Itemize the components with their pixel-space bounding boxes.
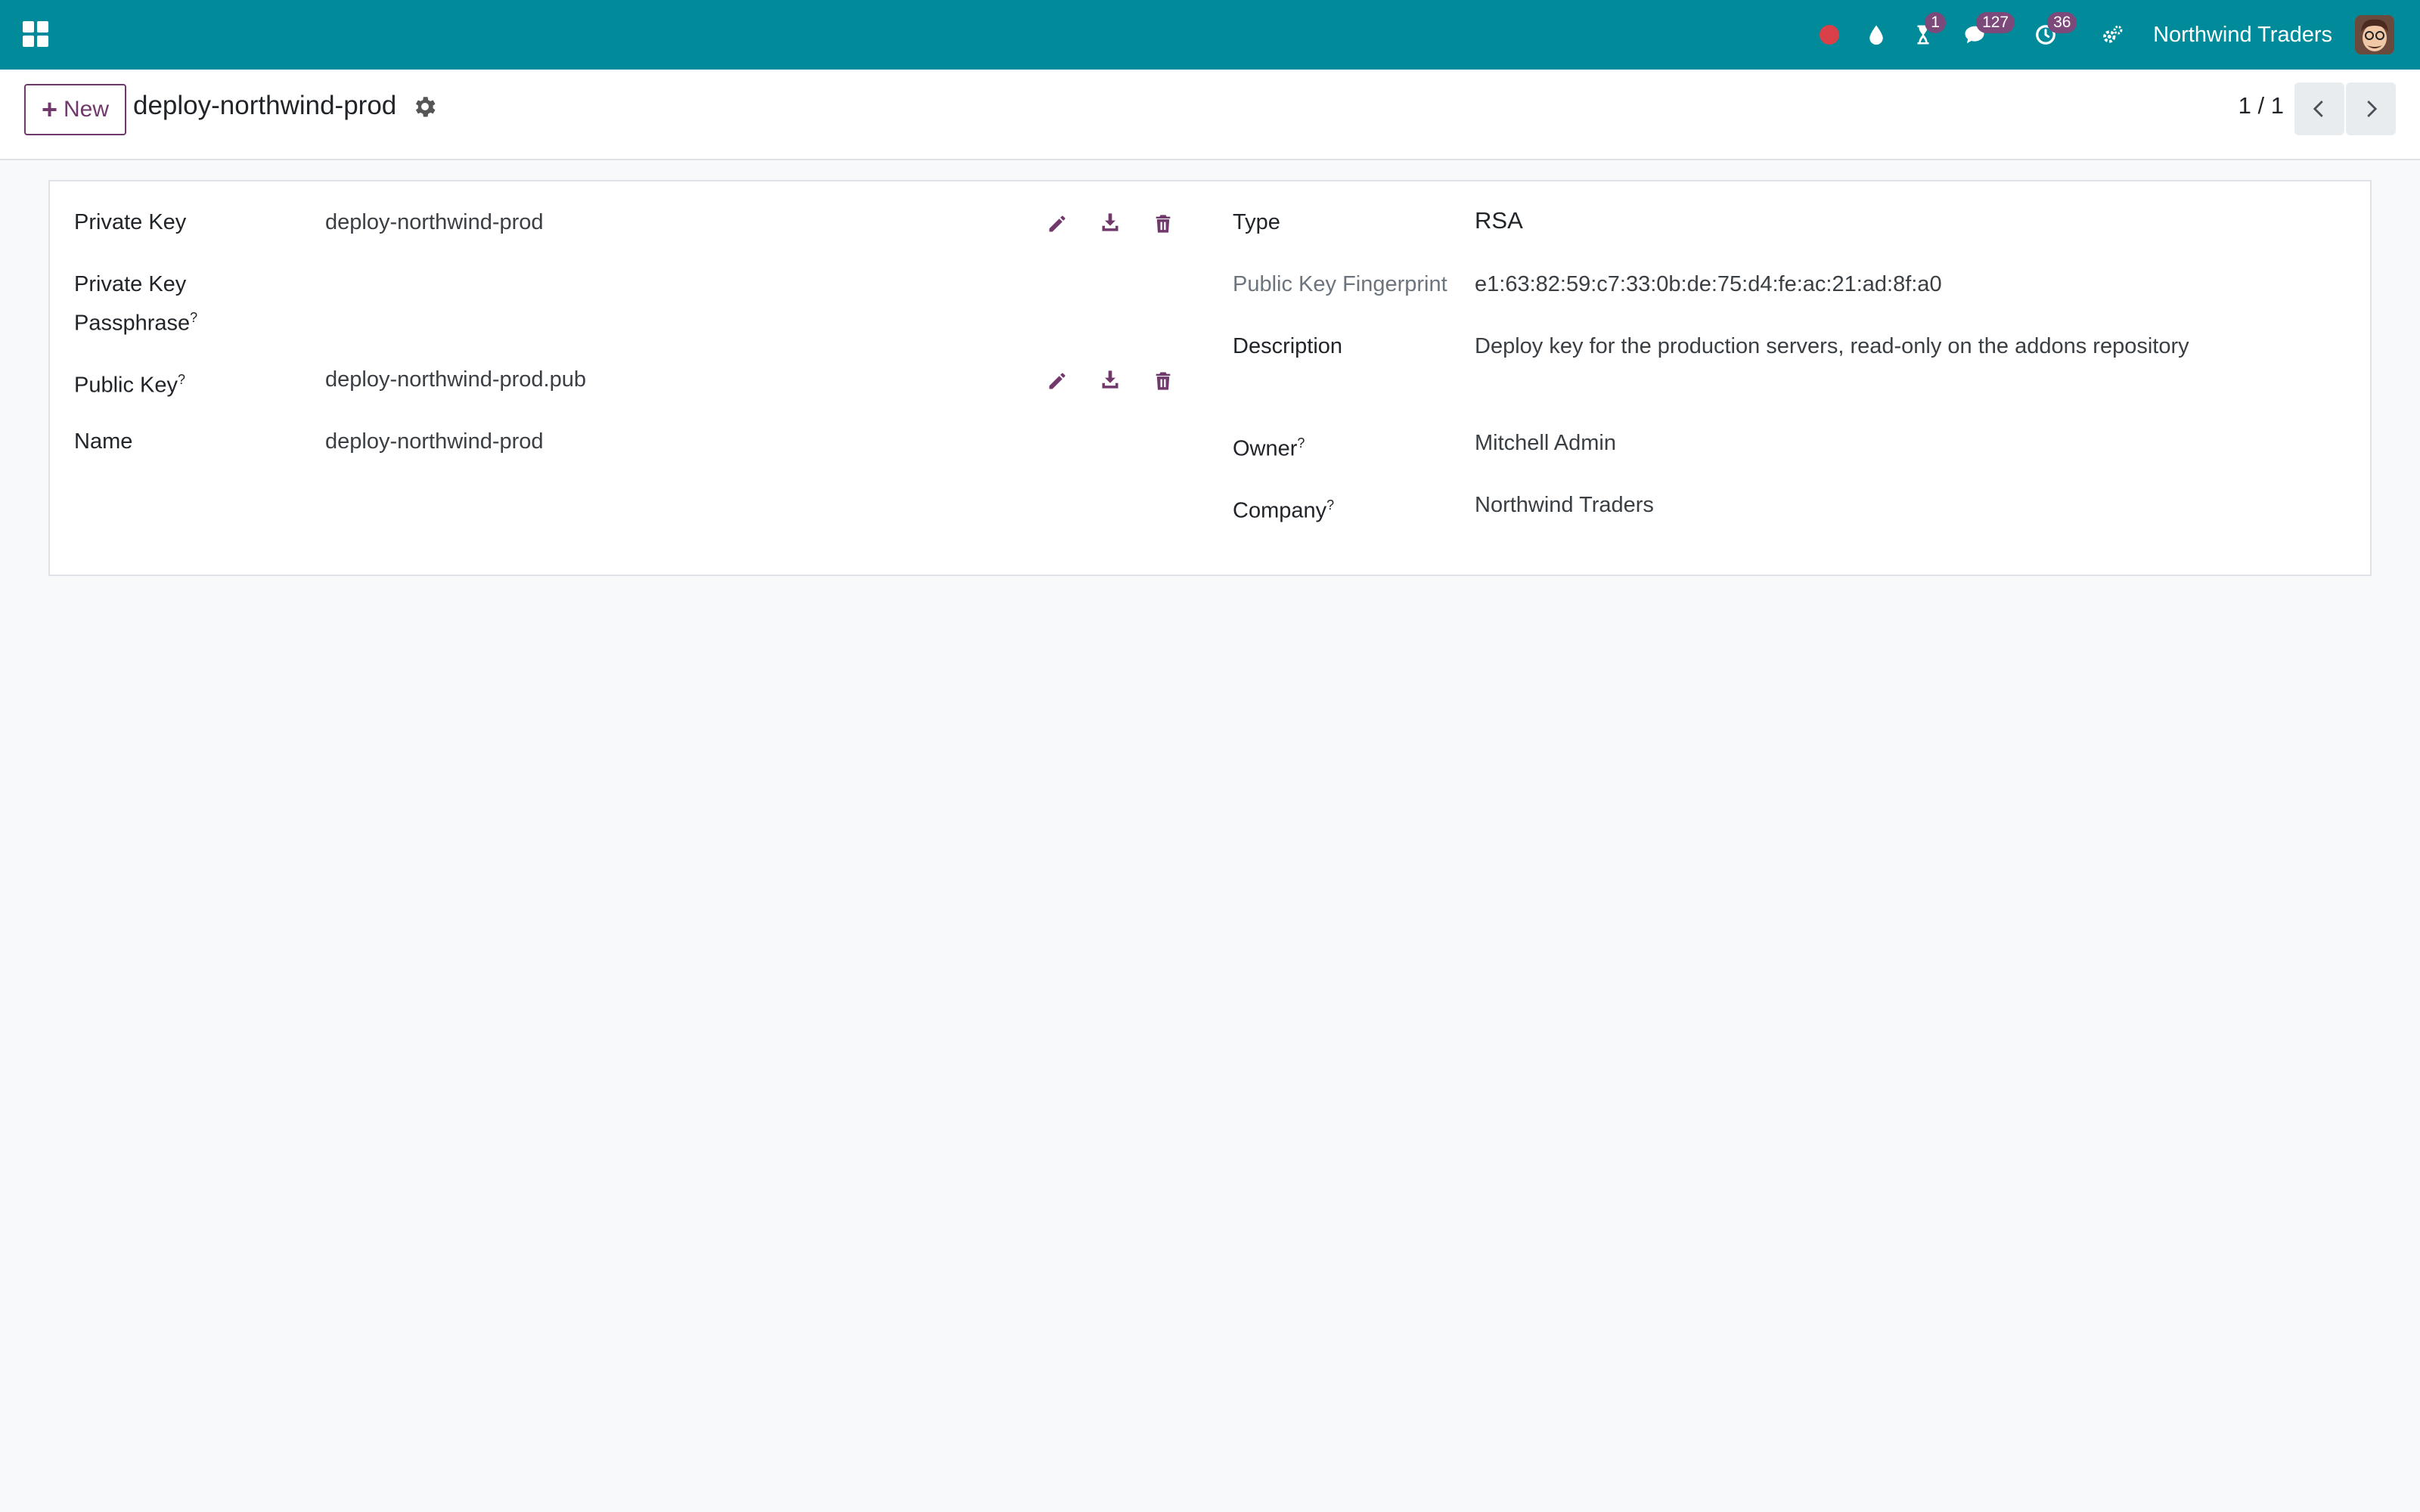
new-button-label: New: [64, 97, 110, 122]
company-label-text: Company: [1233, 498, 1327, 523]
messages-icon[interactable]: 127: [1959, 12, 2015, 50]
user-avatar[interactable]: [2355, 15, 2394, 54]
passphrase-label-line2: Passphrase: [74, 311, 191, 336]
company-label: Company?: [1233, 488, 1334, 528]
fingerprint-label: Public Key Fingerprint: [1233, 272, 1447, 296]
owner-label: Owner?: [1233, 426, 1305, 466]
public-key-help-icon[interactable]: ?: [178, 372, 185, 387]
clock-icon[interactable]: 36: [2031, 12, 2077, 50]
top-navbar: 1 127 36 Northwind Traders: [0, 0, 2420, 70]
type-label: Type: [1233, 210, 1280, 234]
control-panel: + New deploy-northwind-prod 1 / 1: [0, 70, 2420, 160]
description-label: Description: [1233, 334, 1343, 358]
public-key-label: Public Key?: [74, 363, 185, 402]
name-label: Name: [74, 429, 133, 454]
fingerprint-value: e1:63:82:59:c7:33:0b:de:75:d4:fe:ac:21:a…: [1475, 272, 1942, 296]
plus-icon: +: [41, 94, 57, 125]
owner-value[interactable]: Mitchell Admin: [1475, 426, 1616, 460]
clock-badge: 36: [2047, 12, 2077, 33]
company-switcher[interactable]: Northwind Traders: [2153, 23, 2332, 48]
public-key-delete-icon[interactable]: [1151, 369, 1175, 393]
pager-previous-button[interactable]: [2294, 82, 2344, 135]
type-value[interactable]: RSA: [1475, 204, 1523, 237]
record-actions-gear-icon[interactable]: [412, 94, 438, 119]
private-key-value[interactable]: deploy-northwind-prod: [325, 206, 544, 239]
messages-badge: 127: [1976, 12, 2015, 33]
description-value[interactable]: Deploy key for the production servers, r…: [1475, 330, 2189, 363]
public-key-value[interactable]: deploy-northwind-prod.pub: [325, 363, 586, 396]
recording-indicator-icon[interactable]: [1814, 20, 1844, 50]
settings-gears-icon[interactable]: [2097, 20, 2127, 50]
company-help-icon[interactable]: ?: [1326, 497, 1334, 513]
private-key-label: Private Key: [74, 210, 187, 234]
public-key-label-text: Public Key: [74, 373, 178, 398]
private-key-edit-icon[interactable]: [1045, 212, 1069, 236]
private-key-download-icon[interactable]: [1098, 210, 1122, 234]
form-sheet: Private Key deploy-northwind-prod Privat…: [48, 180, 2372, 576]
private-key-delete-icon[interactable]: [1151, 212, 1175, 236]
apps-menu-icon[interactable]: [21, 20, 50, 48]
breadcrumb-record-title: deploy-northwind-prod: [133, 91, 397, 120]
company-value[interactable]: Northwind Traders: [1475, 488, 1654, 522]
passphrase-label-line1: Private Key: [74, 272, 187, 296]
navbar-systray: 1 127 36 Northwind Traders: [1798, 0, 2394, 70]
public-key-edit-icon[interactable]: [1045, 369, 1069, 393]
activity-hourglass-icon[interactable]: 1: [1908, 12, 1947, 50]
owner-help-icon[interactable]: ?: [1297, 435, 1305, 451]
owner-label-text: Owner: [1233, 436, 1298, 461]
activity-badge: 1: [1925, 12, 1947, 33]
passphrase-label: Private Key Passphrase?: [74, 268, 197, 340]
name-value[interactable]: deploy-northwind-prod: [325, 425, 544, 458]
pager-value[interactable]: 1 / 1: [2238, 92, 2284, 119]
passphrase-help-icon[interactable]: ?: [190, 310, 197, 325]
pager-next-button[interactable]: [2346, 82, 2396, 135]
public-key-download-icon[interactable]: [1098, 367, 1122, 392]
chevron-left-icon: [2313, 101, 2323, 117]
chevron-right-icon: [2367, 101, 2378, 117]
drop-icon[interactable]: [1861, 20, 1891, 50]
new-button[interactable]: + New: [24, 84, 126, 135]
